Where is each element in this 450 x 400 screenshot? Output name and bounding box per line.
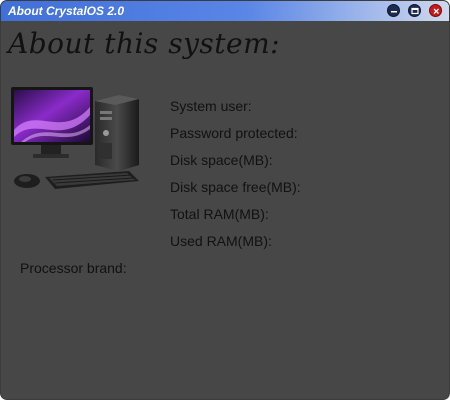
field-system-user: System user: [170,98,252,114]
about-window: About CrystalOS 2.0 About this system: S… [0,0,450,400]
minimize-button[interactable] [387,4,400,17]
field-password-protected: Password protected: [170,125,298,141]
close-icon [433,8,439,14]
field-processor-brand: Processor brand: [20,260,127,276]
title-bar[interactable]: About CrystalOS 2.0 [1,1,449,21]
field-total-ram: Total RAM(MB): [170,206,269,222]
field-used-ram: Used RAM(MB): [170,233,272,249]
field-disk-space-free: Disk space free(MB): [170,179,301,195]
desktop-computer-icon [11,87,139,189]
close-button[interactable] [429,4,442,17]
page-title: About this system: [8,27,281,60]
maximize-icon [411,7,419,15]
minimize-icon [391,11,397,13]
window-title: About CrystalOS 2.0 [8,4,125,18]
maximize-button[interactable] [408,4,421,17]
field-disk-space: Disk space(MB): [170,152,273,168]
